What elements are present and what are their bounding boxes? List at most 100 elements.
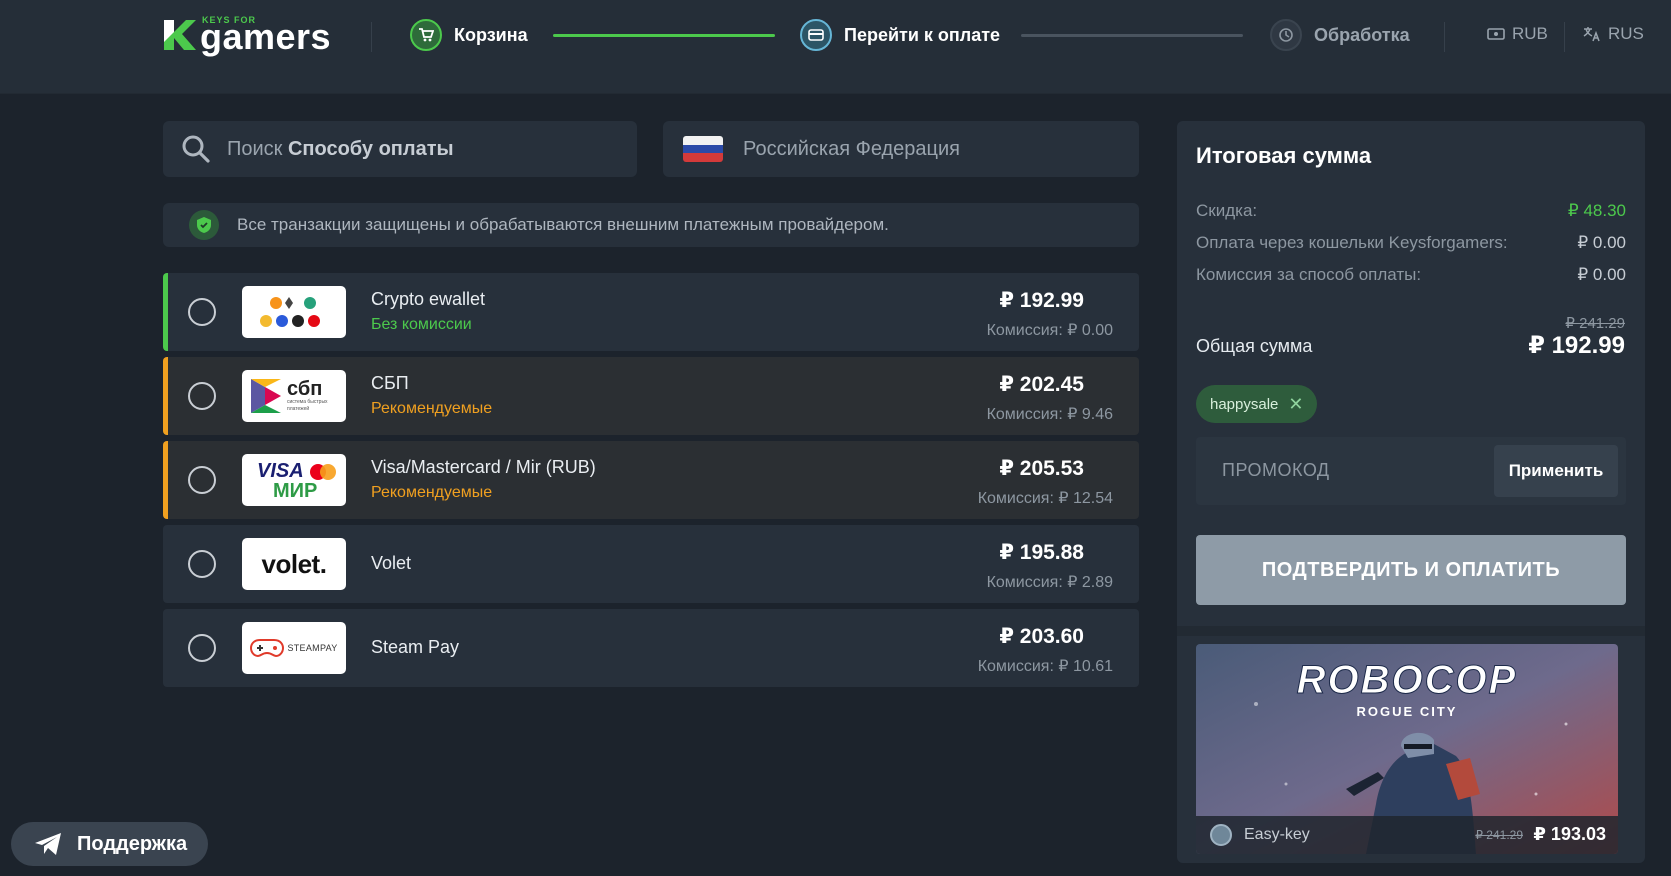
crypto-coins-icon — [260, 297, 320, 327]
payment-fee: Комиссия: ₽ 10.61 — [977, 658, 1113, 675]
volet-logo: volet. — [242, 538, 346, 590]
translate-icon — [1583, 27, 1600, 42]
payment-fee: Комиссия: ₽ 2.89 — [986, 574, 1113, 591]
sbp-logo: сбп система быстрых платежей — [242, 370, 346, 422]
game-card-footer: Easy-key ₽ 241.29 ₽ 193.03 — [1196, 816, 1618, 854]
payment-search-input[interactable]: Поиск Способу оплаты — [163, 121, 637, 177]
steampay-logo: STEAMPAY — [242, 622, 346, 674]
summary-title: Итоговая сумма — [1196, 143, 1372, 168]
sbp-logo-subtext: система быстрых платежей — [287, 399, 328, 412]
payment-name: Steam Pay — [371, 637, 460, 657]
russia-flag-icon — [683, 136, 723, 162]
site-logo[interactable]: KEYS FOR gamers — [162, 14, 332, 60]
step-cart-label: Корзина — [454, 24, 528, 45]
security-notice-text: Все транзакции защищены и обрабатываются… — [237, 215, 889, 234]
header-divider — [371, 22, 372, 52]
apply-promo-button[interactable]: Применить — [1494, 445, 1618, 497]
discount-label: Скидка: — [1196, 201, 1258, 220]
currency-selector[interactable]: RUB — [1487, 24, 1548, 44]
crypto-logo — [242, 286, 346, 338]
confirm-and-pay-button[interactable]: ПОДТВЕРДИТЬ И ОПЛАТИТЬ — [1196, 535, 1626, 605]
sbp-logo-text: сбп — [287, 378, 323, 400]
mir-logo-text: МИР — [273, 480, 318, 502]
step-cart[interactable]: Корзина — [410, 18, 528, 52]
header-divider — [1444, 22, 1445, 52]
game-title-logo: ROBOCOP — [1296, 658, 1518, 703]
support-button[interactable]: Поддержка — [11, 822, 208, 866]
card-icon — [800, 19, 832, 51]
payment-radio[interactable] — [188, 298, 216, 326]
step-checkout[interactable]: Перейти к оплате — [800, 18, 1000, 52]
shield-icon — [189, 210, 219, 240]
language-selector[interactable]: RUS — [1583, 24, 1644, 44]
progress-line-pending — [1021, 34, 1243, 37]
discount-value: ₽ 48.30 — [1567, 201, 1626, 220]
payment-price: ₽ 192.99 — [999, 289, 1084, 312]
logo-gamers-text: gamers — [200, 16, 332, 57]
gamepad-icon — [250, 639, 285, 658]
payment-option-steampay[interactable]: STEAMPAY Steam Pay ₽ 203.60 Комиссия: ₽ … — [163, 609, 1139, 687]
wallet-payment-label: Оплата через кошельки Keysforgamers: — [1196, 233, 1508, 252]
card-logos: VISA МИР — [242, 454, 346, 506]
method-fee-line: Комиссия за способ оплаты: ₽ 0.00 — [1196, 265, 1626, 285]
clock-icon — [1270, 19, 1302, 51]
promo-code-field[interactable]: ПРОМОКОД Применить — [1196, 437, 1626, 505]
sbp-icon — [251, 379, 281, 413]
old-total: ₽ 241.29 — [1565, 315, 1625, 332]
search-placeholder-bold: Способу оплаты — [287, 137, 454, 160]
payment-fee: Комиссия: ₽ 9.46 — [986, 406, 1113, 423]
game-old-price: ₽ 241.29 — [1475, 828, 1523, 842]
cart-icon — [410, 19, 442, 51]
cart-game-card[interactable]: ROBOCOP ROGUE CITY Easy-key ₽ 241.29 ₽ 1… — [1196, 644, 1618, 854]
game-price: ₽ 193.03 — [1533, 824, 1606, 844]
total-label: Общая сумма — [1196, 336, 1313, 356]
logo-mark-icon — [164, 20, 196, 50]
seller-avatar-icon — [1210, 824, 1232, 846]
remove-coupon-icon[interactable]: ✕ — [1288, 395, 1303, 413]
payment-fee: Комиссия: ₽ 0.00 — [986, 322, 1113, 339]
method-fee-label: Комиссия за способ оплаты: — [1196, 265, 1422, 284]
payment-tag: Без комиссии — [371, 316, 472, 333]
step-checkout-label: Перейти к оплате — [844, 24, 1001, 45]
money-icon — [1487, 28, 1505, 40]
coupon-code: happysale — [1210, 395, 1279, 413]
language-label: RUS — [1608, 24, 1644, 43]
payment-radio[interactable] — [188, 382, 216, 410]
summary-divider — [1177, 626, 1645, 636]
step-processing-label: Обработка — [1314, 24, 1410, 45]
header-divider — [1564, 22, 1565, 52]
payment-option-sbp[interactable]: сбп система быстрых платежей СБП Рекомен… — [163, 357, 1139, 435]
promo-code-input[interactable]: ПРОМОКОД — [1222, 460, 1330, 481]
payment-option-volet[interactable]: volet. Volet ₽ 195.88 Комиссия: ₽ 2.89 — [163, 525, 1139, 603]
payment-name: Crypto ewallet — [371, 289, 486, 309]
volet-logo-text: volet. — [261, 548, 327, 579]
currency-label: RUB — [1512, 24, 1548, 43]
payment-name: Visa/Mastercard / Mir (RUB) — [371, 457, 596, 477]
country-name: Российская Федерация — [743, 137, 961, 160]
payment-price: ₽ 202.45 — [999, 373, 1084, 396]
payment-radio[interactable] — [188, 466, 216, 494]
payment-fee: Комиссия: ₽ 12.54 — [977, 490, 1113, 507]
applied-coupon-chip: happysale ✕ — [1196, 385, 1318, 423]
payment-tag: Рекомендуемые — [371, 400, 493, 417]
payment-option-crypto[interactable]: Crypto ewallet Без комиссии ₽ 192.99 Ком… — [163, 273, 1139, 351]
payment-name: Volet — [371, 553, 412, 573]
country-selector[interactable]: Российская Федерация — [663, 121, 1139, 177]
step-processing[interactable]: Обработка — [1270, 18, 1410, 52]
payment-radio[interactable] — [188, 550, 216, 578]
payment-radio[interactable] — [188, 634, 216, 662]
progress-line-complete — [553, 34, 775, 37]
payment-tag: Рекомендуемые — [371, 484, 493, 501]
discount-line: Скидка: ₽ 48.30 — [1196, 201, 1626, 221]
search-icon — [182, 135, 210, 163]
wallet-payment-line: Оплата через кошельки Keysforgamers: ₽ 0… — [1196, 233, 1626, 253]
payment-option-card[interactable]: VISA МИР Visa/Mastercard / Mir (RUB) Рек… — [163, 441, 1139, 519]
order-summary-panel: Итоговая сумма Скидка: ₽ 48.30 Оплата че… — [1177, 121, 1645, 863]
support-label: Поддержка — [77, 832, 188, 855]
payment-price: ₽ 203.60 — [999, 625, 1084, 648]
mastercard-icon — [310, 464, 336, 480]
method-fee-value: ₽ 0.00 — [1577, 265, 1626, 284]
top-header: KEYS FOR gamers Корзина Перейти к оплате… — [0, 0, 1671, 94]
search-placeholder-prefix: Поиск — [227, 137, 283, 160]
search-placeholder: Поиск Способу оплаты — [227, 138, 454, 161]
